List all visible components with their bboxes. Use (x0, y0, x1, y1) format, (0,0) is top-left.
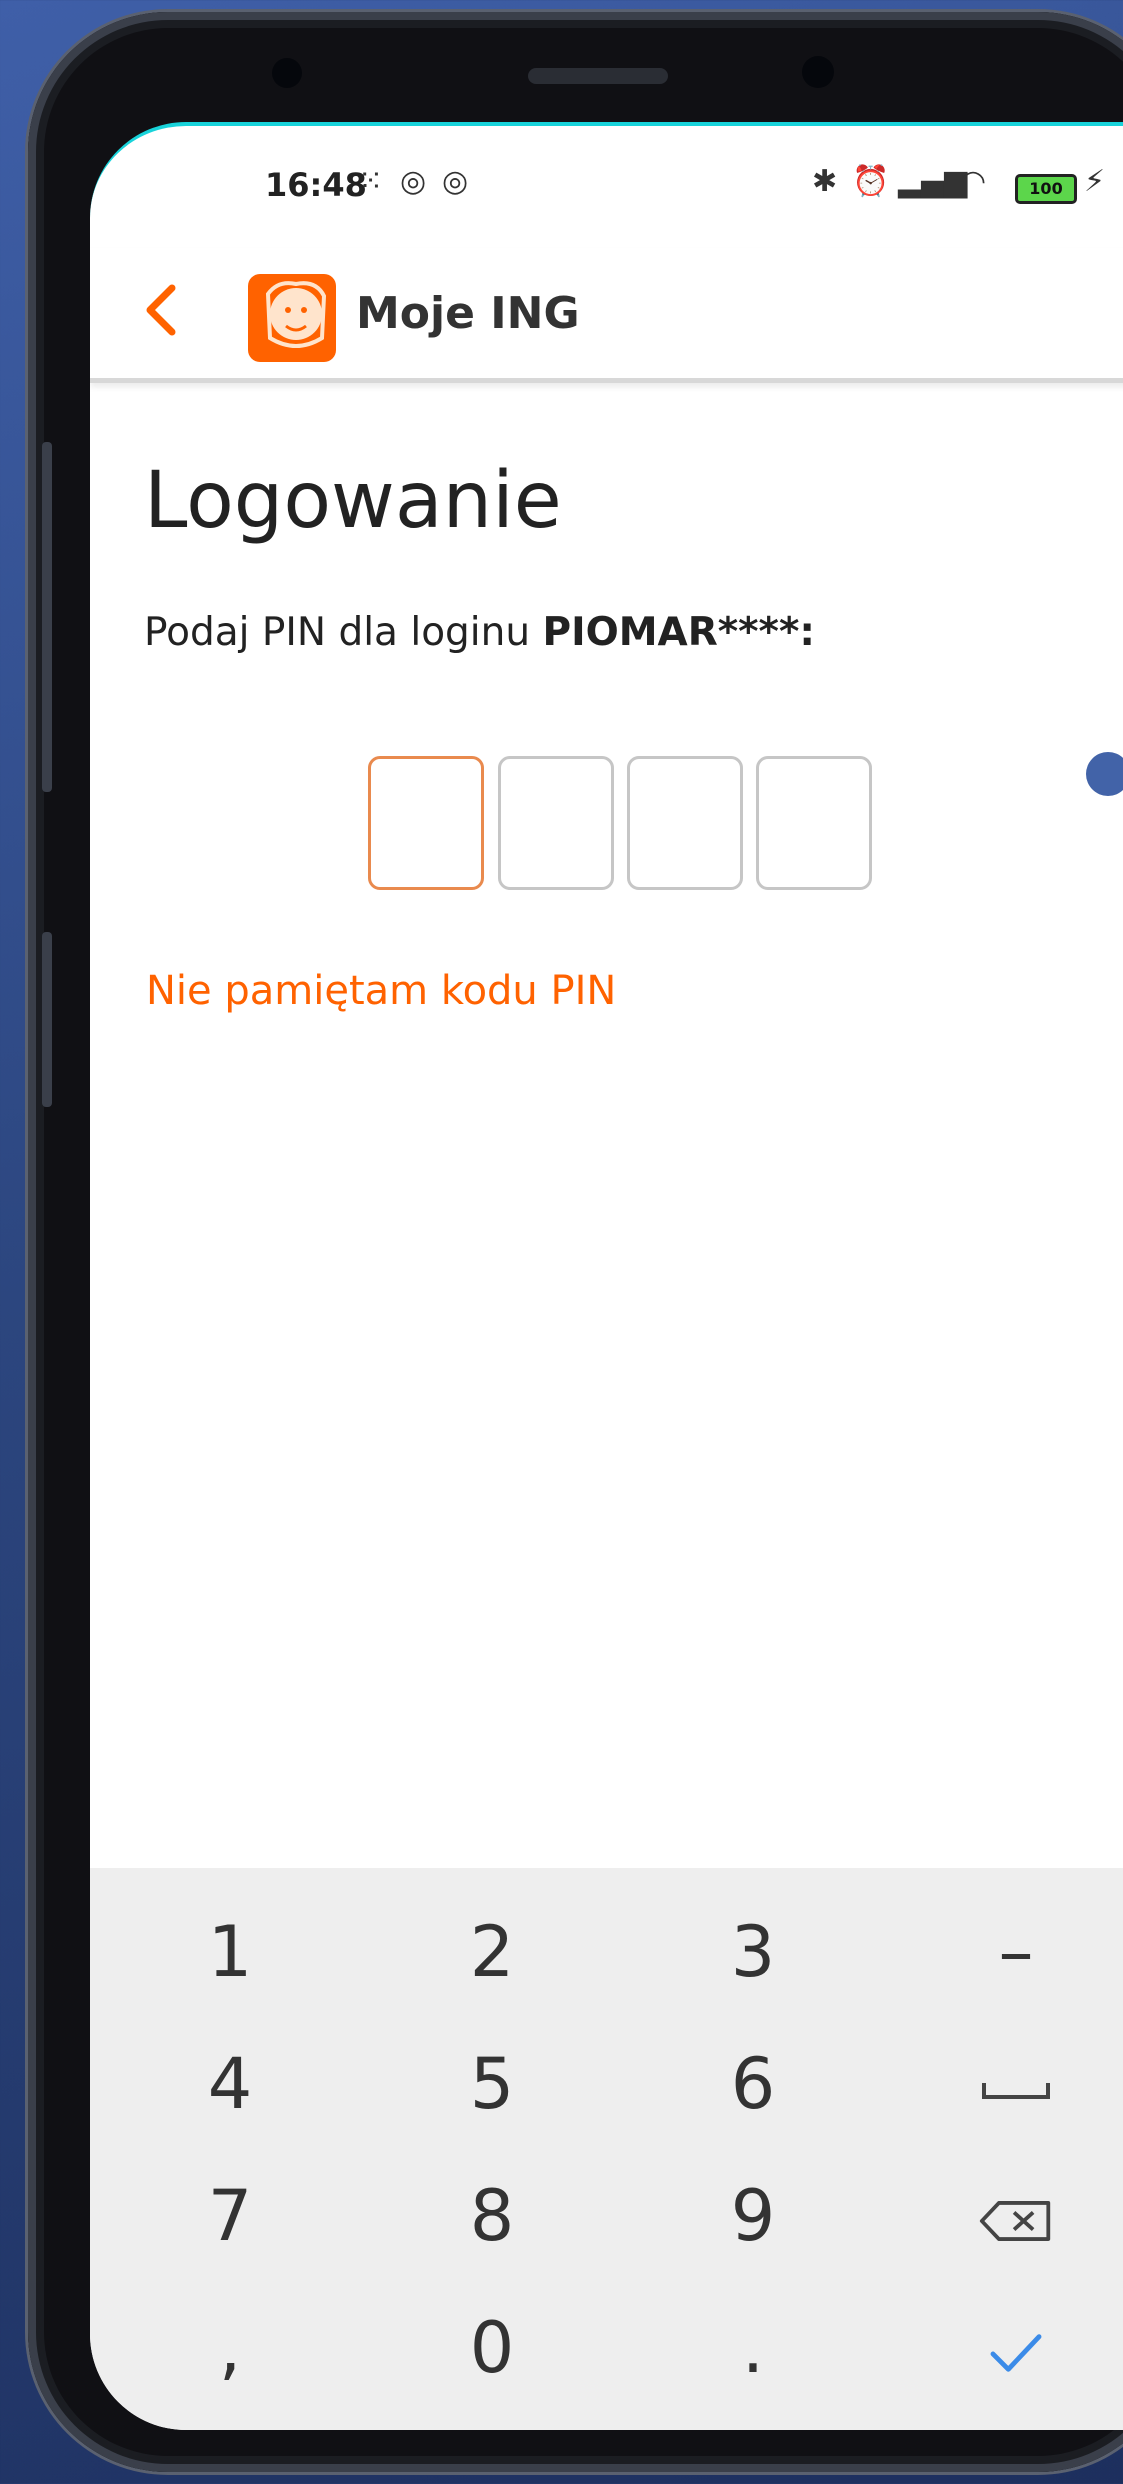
touch-indicator (1086, 752, 1123, 796)
app-title: Moje ING (356, 288, 580, 339)
ing-lion-logo (248, 274, 336, 362)
screen: 16:48 ⁙ ◎ ◎ ✱ ⏰ ▂▄▆ ◠ 100 ⚡ Moje ING Log… (90, 122, 1123, 2430)
key-backspace[interactable] (896, 2152, 1123, 2280)
live-icon: ⁙ (358, 164, 384, 199)
phone-frame: 16:48 ⁙ ◎ ◎ ✱ ⏰ ▂▄▆ ◠ 100 ⚡ Moje ING Log… (28, 12, 1123, 2472)
key-9[interactable]: 9 (633, 2152, 873, 2280)
key-7[interactable]: 7 (110, 2152, 350, 2280)
at-icon-2: ◎ (442, 164, 469, 199)
speaker-grille (528, 68, 668, 84)
space-icon (982, 2082, 1050, 2099)
key-6[interactable]: 6 (633, 2020, 873, 2148)
power-key (42, 932, 52, 1107)
pin-digit-1[interactable] (368, 756, 484, 890)
key-space[interactable] (896, 2020, 1123, 2148)
key-0[interactable]: 0 (372, 2284, 612, 2412)
key-2[interactable]: 2 (372, 1888, 612, 2016)
status-time: 16:48 (265, 166, 367, 204)
key-period[interactable]: . (633, 2284, 873, 2412)
forgot-pin-link[interactable]: Nie pamiętam kodu PIN (146, 968, 616, 1014)
key-5[interactable]: 5 (372, 2020, 612, 2148)
pin-digit-3[interactable] (627, 756, 743, 890)
bluetooth-icon: ✱ (812, 164, 838, 199)
key-4[interactable]: 4 (110, 2020, 350, 2148)
check-icon (990, 2334, 1042, 2372)
key-8[interactable]: 8 (372, 2152, 612, 2280)
alarm-icon: ⏰ (852, 164, 890, 199)
key-comma[interactable]: , (110, 2284, 350, 2412)
key-minus[interactable]: – (896, 1888, 1123, 2016)
at-icon: ◎ (400, 164, 427, 199)
wifi-icon: ◠ (960, 164, 987, 199)
sensor (802, 56, 834, 88)
app-bar: Moje ING (90, 248, 1123, 383)
pin-prompt-text: Podaj PIN dla loginu (144, 610, 543, 655)
pin-digit-4[interactable] (756, 756, 872, 890)
back-arrow-icon[interactable] (134, 280, 194, 340)
battery-icon: 100 (1015, 174, 1077, 204)
front-camera (272, 58, 302, 88)
backspace-icon (979, 2201, 1051, 2241)
page-title: Logowanie (144, 456, 562, 546)
pin-digit-2[interactable] (498, 756, 614, 890)
login-masked: PIOMAR****: (542, 610, 815, 655)
pin-prompt: Podaj PIN dla loginu PIOMAR****: (144, 610, 815, 655)
numeric-keyboard: 1 2 3 – 4 5 6 7 8 9 , 0 . (90, 1868, 1123, 2430)
key-done[interactable] (896, 2284, 1123, 2412)
status-bar: 16:48 ⁙ ◎ ◎ ✱ ⏰ ▂▄▆ ◠ 100 ⚡ (90, 126, 1123, 246)
key-3[interactable]: 3 (633, 1888, 873, 2016)
charging-icon: ⚡ (1084, 164, 1106, 199)
key-1[interactable]: 1 (110, 1888, 350, 2016)
volume-key (42, 442, 52, 792)
signal-icon: ▂▄▆ (898, 164, 968, 199)
